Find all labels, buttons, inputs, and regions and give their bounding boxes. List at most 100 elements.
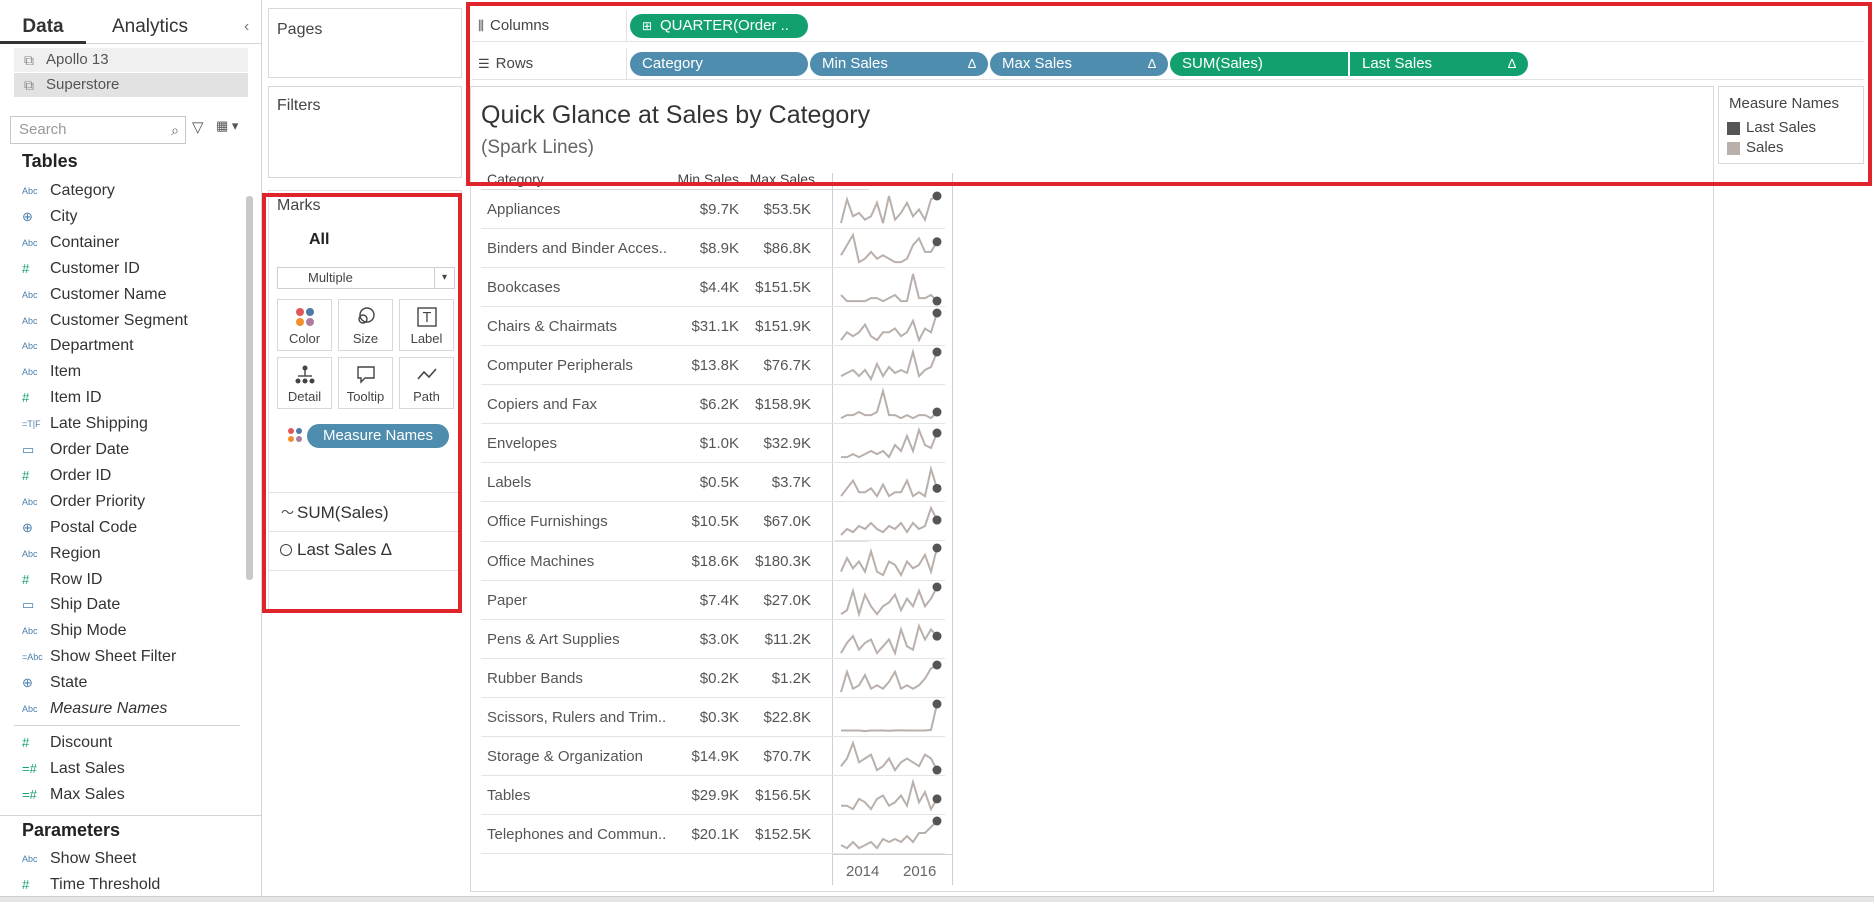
spark-line-chart[interactable] — [835, 581, 945, 620]
mark-layer-sum-sales[interactable]: 〜 SUM(Sales) — [269, 493, 461, 531]
measure-item[interactable]: =# Max Sales — [0, 782, 240, 808]
measure-item[interactable]: # Min Sales — [0, 808, 240, 813]
field-item[interactable]: Abc Category — [0, 178, 240, 204]
table-row[interactable]: Envelopes $1.0K $32.9K — [481, 424, 869, 464]
field-item[interactable]: Abc Customer Name — [0, 282, 240, 308]
spark-line-chart[interactable] — [835, 698, 945, 737]
tab-analytics[interactable]: Analytics — [112, 10, 188, 44]
field-item[interactable]: # Order ID — [0, 463, 240, 489]
max-sales-pill[interactable]: Max Sales ∆ — [990, 52, 1168, 76]
spark-line-chart[interactable] — [835, 463, 945, 503]
mark-type-dropdown[interactable]: Multiple ▾ — [277, 267, 455, 289]
spark-line-chart[interactable] — [835, 776, 945, 815]
measure-item[interactable]: =# Last Sales — [0, 756, 240, 782]
tables-header: Tables — [22, 151, 78, 171]
min-sales-pill[interactable]: Min Sales ∆ — [810, 52, 988, 76]
datasource-apollo13[interactable]: ⧉ Apollo 13 — [14, 48, 248, 72]
field-list-scrollbar[interactable] — [246, 196, 253, 580]
table-row[interactable]: Labels $0.5K $3.7K — [481, 463, 869, 503]
table-row[interactable]: Chairs & Chairmats $31.1K $151.9K — [481, 307, 869, 347]
spark-line-chart[interactable] — [835, 815, 945, 854]
table-row[interactable]: Tables $29.9K $156.5K — [481, 776, 869, 815]
collapse-pane-icon[interactable]: ‹ — [244, 10, 249, 44]
spark-line-chart[interactable] — [835, 502, 945, 542]
quarter-order-date-pill[interactable]: ⊞ QUARTER(Order .. — [630, 14, 808, 38]
rows-shelf[interactable]: ☰ Rows Category Min Sales ∆ Max Sales ∆ S… — [472, 48, 1864, 80]
path-button[interactable]: Path — [399, 357, 454, 409]
mark-layer-last-sales[interactable]: Last Sales ∆ — [269, 532, 461, 570]
measure-item[interactable]: # Discount — [0, 730, 240, 756]
field-item[interactable]: ▭ Order Date — [0, 437, 240, 463]
field-item[interactable]: Abc Measure Names — [0, 696, 240, 722]
table-row[interactable]: Office Furnishings $10.5K $67.0K — [481, 502, 869, 542]
detail-button[interactable]: Detail — [277, 357, 332, 409]
last-sales-pill[interactable]: Last Sales ∆ — [1350, 52, 1528, 76]
field-item[interactable]: =T|F Late Shipping — [0, 411, 240, 437]
spark-line-chart[interactable] — [835, 737, 945, 776]
measure-names-pill[interactable]: Measure Names — [307, 424, 449, 448]
max-sales-header[interactable]: Max Sales — [727, 171, 815, 187]
tab-data[interactable]: Data — [0, 10, 86, 44]
spark-line-chart[interactable] — [835, 659, 945, 698]
field-item[interactable]: ▭ Ship Date — [0, 592, 240, 618]
field-item[interactable]: Abc Customer Segment — [0, 308, 240, 334]
table-row[interactable]: Appliances $9.7K $53.5K — [481, 190, 869, 230]
field-item[interactable]: Abc Ship Mode — [0, 618, 240, 644]
table-row[interactable]: Telephones and Commun.. $20.1K $152.5K — [481, 815, 869, 854]
table-row[interactable]: Storage & Organization $14.9K $70.7K — [481, 737, 869, 776]
table-row[interactable]: Paper $7.4K $27.0K — [481, 581, 869, 620]
legend-item[interactable]: Last Sales — [1727, 119, 1863, 139]
spark-line-chart[interactable] — [835, 307, 945, 347]
size-button[interactable]: Size — [338, 299, 393, 351]
table-row[interactable]: Copiers and Fax $6.2K $158.9K — [481, 385, 869, 425]
table-row[interactable]: Binders and Binder Acces.. $8.9K $86.8K — [481, 229, 869, 269]
pages-card[interactable]: Pages — [268, 8, 462, 78]
field-item[interactable]: ⊕ City — [0, 204, 240, 230]
field-item[interactable]: # Row ID — [0, 567, 240, 593]
category-pill[interactable]: Category — [630, 52, 808, 76]
spark-line-chart[interactable] — [835, 620, 945, 659]
field-item[interactable]: Abc Department — [0, 333, 240, 359]
field-item[interactable]: =Abc Show Sheet Filter — [0, 644, 240, 670]
spark-line-chart[interactable] — [835, 268, 945, 308]
table-row[interactable]: Rubber Bands $0.2K $1.2K — [481, 659, 869, 698]
spark-line-chart[interactable] — [835, 229, 945, 269]
filter-icon[interactable]: ▽ — [192, 118, 204, 136]
spark-line-chart[interactable] — [835, 542, 945, 581]
table-row[interactable]: Pens & Art Supplies $3.0K $11.2K — [481, 620, 869, 659]
field-item[interactable]: ⊕ State — [0, 670, 240, 696]
parameter-item[interactable]: # Time Threshold — [0, 872, 240, 898]
columns-shelf[interactable]: ⫼ Columns ⊞ QUARTER(Order .. — [472, 10, 1864, 42]
svg-text:T: T — [422, 311, 431, 326]
field-item[interactable]: Abc Region — [0, 541, 240, 567]
view-options-icon[interactable]: ▦ ▾ — [216, 118, 238, 134]
category-header[interactable]: Category — [487, 171, 544, 187]
table-row[interactable]: Office Machines $18.6K $180.3K — [481, 542, 869, 581]
spark-line-chart[interactable] — [835, 424, 945, 464]
datasource-superstore[interactable]: ⧉ Superstore — [14, 73, 248, 97]
color-button[interactable]: Color — [277, 299, 332, 351]
marks-all-label[interactable]: All — [309, 231, 329, 249]
table-row[interactable]: Bookcases $4.4K $151.5K — [481, 268, 869, 308]
filters-card[interactable]: Filters — [268, 86, 462, 178]
table-row[interactable]: Scissors, Rulers and Trim.. $0.3K $22.8K — [481, 698, 869, 737]
field-search-input[interactable]: Search ⌕ — [10, 116, 186, 144]
table-row[interactable]: Computer Peripherals $13.8K $76.7K — [481, 346, 869, 386]
label-button[interactable]: T Label — [399, 299, 454, 351]
spark-line-chart[interactable] — [835, 385, 945, 425]
field-item[interactable]: Abc Item — [0, 359, 240, 385]
field-item[interactable]: Abc Container — [0, 230, 240, 256]
sum-sales-pill[interactable]: SUM(Sales) — [1170, 52, 1348, 76]
mark-type-value: Multiple — [308, 270, 353, 285]
tooltip-button[interactable]: Tooltip — [338, 357, 393, 409]
min-sales-cell: $8.9K — [699, 240, 739, 258]
spark-line-chart[interactable] — [835, 190, 945, 230]
field-item[interactable]: ⊕ Postal Code — [0, 515, 240, 541]
field-item[interactable]: # Item ID — [0, 385, 240, 411]
spark-line-chart[interactable] — [835, 346, 945, 386]
sheet-tab-strip[interactable] — [0, 896, 1874, 902]
field-item[interactable]: Abc Order Priority — [0, 489, 240, 515]
field-item[interactable]: # Customer ID — [0, 256, 240, 282]
parameter-item[interactable]: Abc Show Sheet — [0, 846, 240, 872]
legend-item[interactable]: Sales — [1727, 139, 1863, 159]
